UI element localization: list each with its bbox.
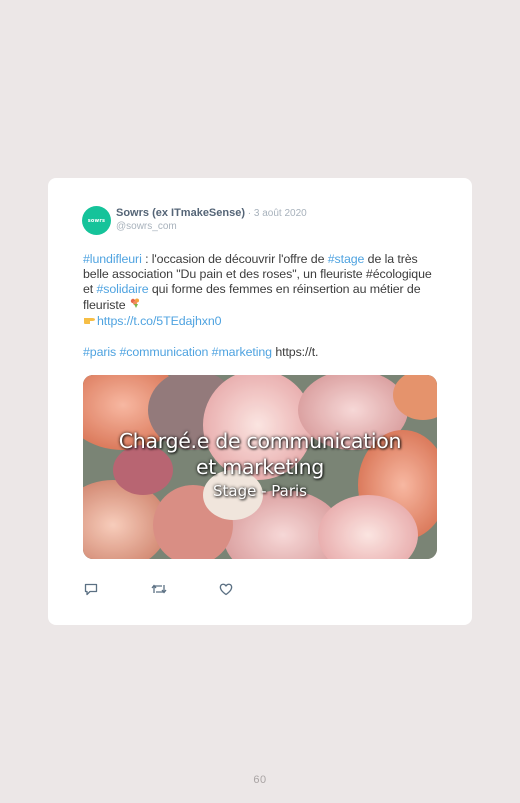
media-title-line-2: et marketing — [195, 455, 325, 479]
media-title-line-1: Chargé.e de communication — [118, 429, 402, 453]
author-handle[interactable]: @sowrs_com — [116, 221, 177, 233]
truncated-link: https://t. — [275, 345, 319, 359]
reply-button[interactable] — [83, 581, 101, 597]
tweet-text: #lundifleuri : l'occasion de découvrir l… — [83, 252, 435, 360]
hashtag-marketing[interactable]: #marketing — [212, 345, 272, 359]
pointing-hand-icon — [83, 315, 97, 330]
retweet-button[interactable] — [150, 581, 168, 597]
hashtag-communication[interactable]: #communication — [120, 345, 209, 359]
page-number: 60 — [253, 774, 267, 786]
hashtag-paris[interactable]: #paris — [83, 345, 116, 359]
heart-icon — [219, 583, 233, 596]
tweet-link[interactable]: https://t.co/5TEdajhxn0 — [97, 314, 222, 328]
retweet-icon — [151, 584, 167, 594]
avatar[interactable]: sowrs — [82, 206, 111, 235]
reply-icon — [84, 583, 98, 596]
tweet-media-image[interactable]: Chargé.e de communication et marketing S… — [83, 375, 437, 559]
tweet-header: Sowrs (ex ITmakeSense) · 3 août 2020 — [116, 207, 307, 220]
media-subtitle: Stage - Paris — [212, 482, 307, 500]
hashtag-lundifleuri[interactable]: #lundifleuri — [83, 252, 142, 266]
hashtag-stage[interactable]: #stage — [328, 252, 365, 266]
tweet-card: sowrs Sowrs (ex ITmakeSense) · 3 août 20… — [48, 178, 472, 625]
like-button[interactable] — [218, 581, 236, 597]
media-title: Chargé.e de communication et marketing — [83, 428, 437, 480]
hashtag-solidaire[interactable]: #solidaire — [96, 282, 148, 296]
header-separator: · — [245, 208, 254, 219]
author-name[interactable]: Sowrs (ex ITmakeSense) — [116, 207, 245, 219]
tweet-date[interactable]: 3 août 2020 — [254, 208, 307, 219]
avatar-text: sowrs — [87, 217, 106, 224]
tweet-text-segment: : l'occasion de découvrir l'offre de — [141, 252, 328, 266]
bouquet-icon — [129, 297, 141, 314]
